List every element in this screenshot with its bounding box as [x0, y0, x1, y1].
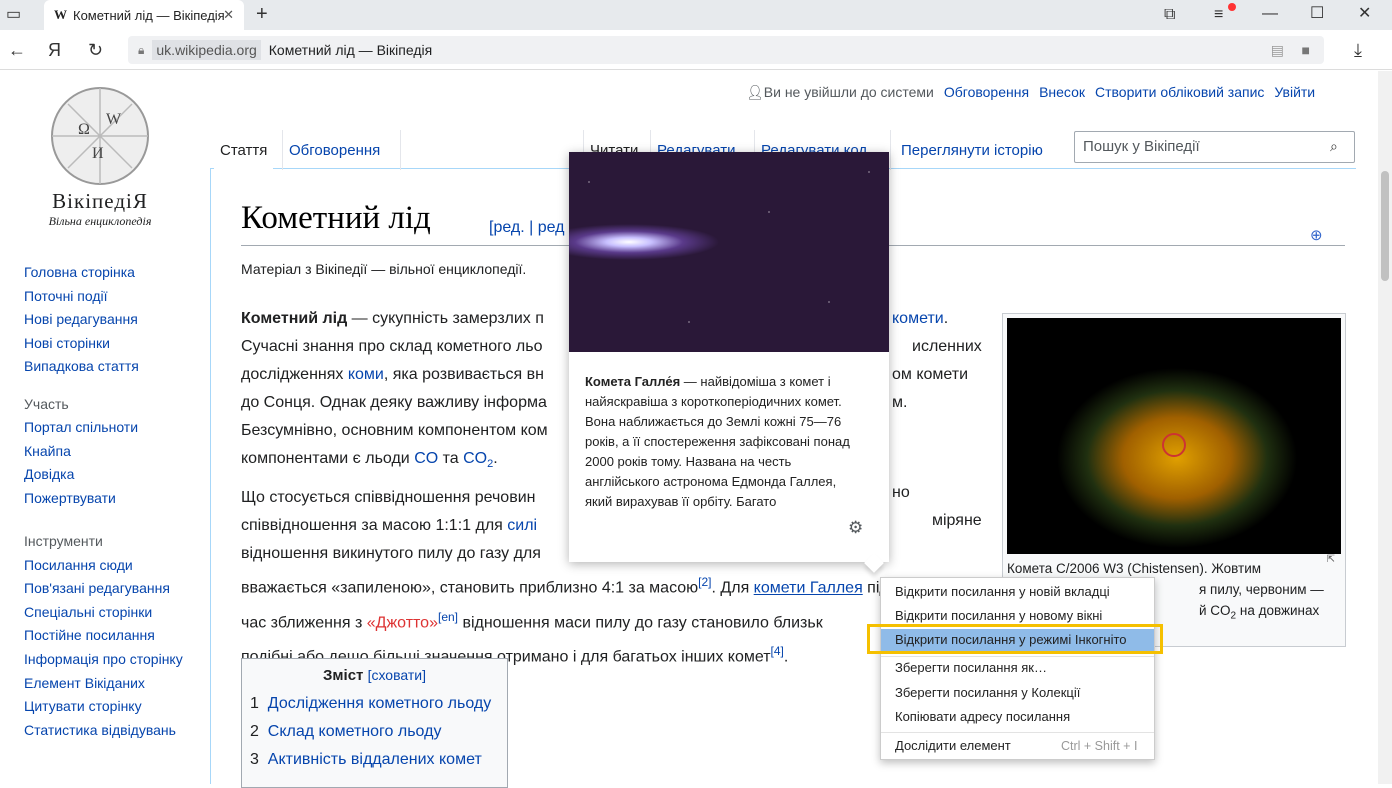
- edit-section-links[interactable]: [ред. | ред: [489, 219, 565, 237]
- toc-item[interactable]: 2 Склад кометного льоду: [250, 718, 499, 746]
- tab-discussion[interactable]: Обговорення: [282, 130, 386, 170]
- sidebar-item-cite[interactable]: Цитувати сторінку: [24, 695, 204, 719]
- sidebar-item-help[interactable]: Довідка: [24, 463, 204, 487]
- back-icon[interactable]: ←: [8, 40, 26, 60]
- toc-item[interactable]: 3 Активність віддалених комет: [250, 746, 499, 774]
- page-title: Кометний лід: [241, 200, 431, 236]
- reader-mode-icon[interactable]: ▤: [1271, 42, 1284, 59]
- ref-2[interactable]: [2]: [698, 575, 711, 589]
- page-preview-popup[interactable]: Комета Галле́я — найвідоміша з комет і н…: [569, 152, 889, 573]
- bookmark-icon[interactable]: ■: [1302, 42, 1310, 58]
- table-of-contents: Зміст [сховати] 1 Дослідження кометного …: [241, 658, 508, 788]
- sidebar-item-pageviews[interactable]: Статистика відвідувань: [24, 719, 204, 743]
- coma-link[interactable]: коми: [348, 366, 384, 383]
- menu-copy-link-address[interactable]: Копіювати адресу посилання: [895, 706, 1070, 728]
- ref-4[interactable]: [4]: [771, 644, 784, 658]
- language-plus-icon[interactable]: ⊕: [1310, 226, 1323, 244]
- context-menu: Відкрити посилання у новій вкладці Відкр…: [880, 577, 1155, 760]
- sidebar-heading-participation: Участь: [24, 395, 69, 412]
- bookmarks-icon[interactable]: ⧉: [1164, 5, 1175, 25]
- giotto-link[interactable]: «Джотто»: [367, 614, 438, 631]
- close-window-icon[interactable]: ✕: [1358, 4, 1371, 24]
- sidebar-item-related-changes[interactable]: Пов'язані редагування: [24, 577, 204, 601]
- sidebar-item-permalink[interactable]: Постійне посилання: [24, 624, 204, 648]
- lock-icon: 🔒︎: [138, 42, 145, 57]
- svg-text:W: W: [106, 111, 122, 128]
- tabs-panel-icon[interactable]: ▭: [6, 5, 21, 25]
- sidebar-heading-tools: Інструменти: [24, 533, 103, 549]
- scrollbar[interactable]: [1378, 71, 1392, 784]
- menu-open-new-tab[interactable]: Відкрити посилання у новій вкладці: [895, 581, 1110, 603]
- sidebar-item-random[interactable]: Випадкова стаття: [24, 355, 204, 379]
- url-domain: uk.wikipedia.org: [152, 40, 261, 60]
- search-input[interactable]: Пошук у Вікіпедії: [1074, 131, 1355, 163]
- login-link[interactable]: Увійти: [1274, 84, 1315, 101]
- silicate-link[interactable]: силі: [507, 517, 537, 534]
- contributions-link[interactable]: Внесок: [1039, 84, 1085, 101]
- toc-hide-link[interactable]: [сховати]: [368, 667, 426, 683]
- sidebar-item-special-pages[interactable]: Спеціальні сторінки: [24, 601, 204, 625]
- talk-link[interactable]: Обговорення: [944, 84, 1029, 101]
- puzzle-globe-icon: Ω W И: [51, 87, 149, 185]
- inspect-shortcut: Ctrl + Shift + I: [1061, 739, 1138, 753]
- toc-item[interactable]: 1 Дослідження кометного льоду: [250, 690, 499, 718]
- sidebar: Головна сторінка Поточні події Нові реда…: [24, 261, 204, 742]
- comet-christensen-image[interactable]: [1007, 318, 1341, 554]
- co2-link[interactable]: CO2: [463, 450, 493, 470]
- url-title: Кометний лід — Вікіпедія: [268, 42, 433, 58]
- site-subtitle: Матеріал з Вікіпедії — вільної енциклопе…: [241, 261, 527, 277]
- popup-settings-gear-icon[interactable]: ⚙: [848, 518, 863, 538]
- download-icon[interactable]: ⤓: [1354, 40, 1362, 60]
- popup-extract: Комета Галле́я — найвідоміша з комет і н…: [585, 374, 850, 509]
- sidebar-item-pub[interactable]: Кнайпа: [24, 440, 204, 464]
- sidebar-item-page-info[interactable]: Інформація про сторінку: [24, 651, 204, 667]
- sidebar-item-whatlinkshere[interactable]: Посилання сюди: [24, 554, 204, 578]
- search-icon[interactable]: ⌕: [1330, 138, 1338, 155]
- menu-save-to-collection[interactable]: Зберегти посилання у Колекції: [895, 682, 1080, 704]
- user-icon-label: 👤︎Ви не увійшли до системи: [746, 84, 934, 100]
- tab-title: Кометний лід — Вікіпедія: [73, 7, 225, 23]
- logo-wordmark: ВікіпедіЯ: [52, 189, 148, 213]
- enlarge-icon[interactable]: ⇱: [1327, 554, 1335, 565]
- sidebar-item-current-events[interactable]: Поточні події: [24, 285, 204, 309]
- sidebar-item-community[interactable]: Портал спільноти: [24, 416, 204, 440]
- minimize-icon[interactable]: —: [1262, 4, 1278, 24]
- wikipedia-favicon: W: [54, 7, 67, 22]
- co-link[interactable]: CO: [414, 450, 438, 467]
- sidebar-item-recent-changes[interactable]: Нові редагування: [24, 308, 204, 332]
- menu-save-link-as[interactable]: Зберегти посилання як…: [895, 657, 1047, 679]
- yandex-logo[interactable]: Я: [48, 40, 61, 60]
- tab-article[interactable]: Стаття: [214, 130, 274, 170]
- tab-bar: ▭ W Кометний лід — Вікіпедія ✕ + ⧉ ≡ — ☐…: [0, 0, 1392, 30]
- svg-text:Ω: Ω: [78, 121, 90, 138]
- halley-comet-image: [569, 152, 889, 352]
- comets-link[interactable]: комети: [892, 310, 944, 327]
- maximize-icon[interactable]: ☐: [1310, 4, 1324, 24]
- ref-en[interactable]: [en]: [438, 610, 458, 624]
- menu-inspect[interactable]: Дослідити елемент: [895, 735, 1011, 757]
- halley-comet-link[interactable]: комети Галлея: [754, 580, 863, 597]
- reload-icon[interactable]: ↻: [88, 40, 103, 60]
- active-tab[interactable]: W Кометний лід — Вікіпедія ✕: [44, 0, 244, 30]
- create-account-link[interactable]: Створити обліковий запис: [1095, 84, 1264, 101]
- address-bar[interactable]: 🔒︎ uk.wikipedia.org Кометний лід — Вікіп…: [128, 36, 1324, 64]
- sidebar-item-donate[interactable]: Пожертвувати: [24, 487, 204, 511]
- sidebar-item-wikidata[interactable]: Елемент Вікіданих: [24, 672, 204, 696]
- toc-title: Зміст: [323, 667, 364, 684]
- sidebar-item-new-pages[interactable]: Нові сторінки: [24, 332, 204, 356]
- personal-tools: 👤︎Ви не увійшли до системи Обговорення В…: [746, 84, 1315, 101]
- wikipedia-logo[interactable]: Ω W И ВікіпедіЯ Вільна енциклопедія: [40, 84, 160, 228]
- svg-text:И: И: [92, 145, 104, 162]
- highlight-frame: [867, 624, 1163, 654]
- tab-history[interactable]: Переглянути історію: [890, 130, 1049, 170]
- new-tab-icon[interactable]: +: [256, 4, 268, 24]
- menu-icon[interactable]: ≡: [1214, 3, 1236, 25]
- sidebar-item-main[interactable]: Головна сторінка: [24, 261, 204, 285]
- tab-close-icon[interactable]: ✕: [223, 7, 234, 23]
- logo-tagline: Вільна енциклопедія: [48, 214, 152, 228]
